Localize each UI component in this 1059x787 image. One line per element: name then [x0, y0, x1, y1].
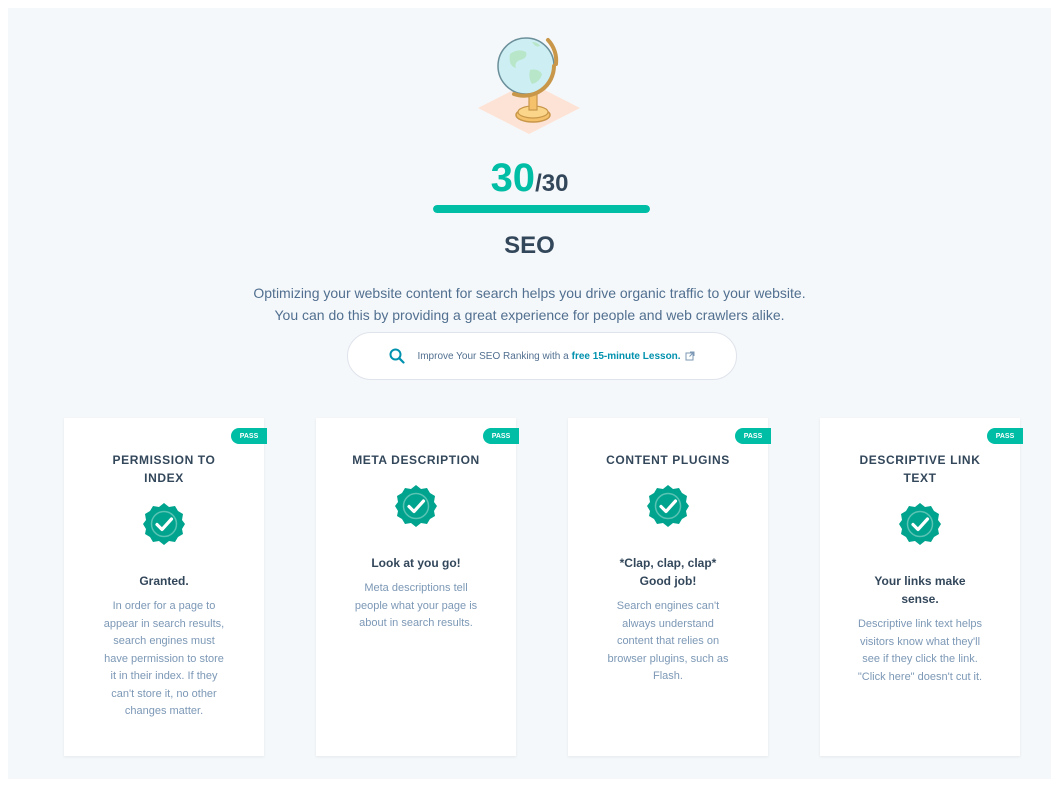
- lesson-prefix: Improve Your SEO Ranking with a: [417, 350, 569, 362]
- card-headline-line: Granted.: [139, 574, 189, 588]
- card-headline-line: Your links make: [874, 574, 966, 588]
- card-body-line: have permission to store: [104, 652, 224, 665]
- card-title-line: INDEX: [144, 471, 184, 485]
- description-line-1: Optimizing your website content for sear…: [253, 285, 806, 301]
- seo-score: 30/30: [0, 156, 1059, 201]
- card-body: In order for a page to appear in search …: [84, 598, 244, 721]
- card-headline-line: *Clap, clap, clap*: [619, 556, 717, 570]
- card-title: PERMISSION TO INDEX: [64, 451, 264, 487]
- score-value: 30: [490, 156, 536, 200]
- card-body-line: can't store it, no other: [111, 687, 217, 700]
- card-content-plugins: PASS CONTENT PLUGINS *Clap, clap, clap* …: [568, 418, 771, 756]
- card-body-line: appear in search results,: [103, 617, 225, 630]
- card-title-line: DESCRIPTIVE LINK: [859, 453, 981, 467]
- description-line-2: You can do this by providing a great exp…: [274, 307, 785, 323]
- pass-badge: PASS: [735, 428, 771, 444]
- card-body-line: Search engines can't: [616, 600, 720, 612]
- card-title-line: CONTENT PLUGINS: [606, 453, 730, 467]
- card-body-line: changes matter.: [124, 705, 204, 717]
- card-body: Meta descriptions tell people what your …: [336, 580, 496, 633]
- card-body: Search engines can't always understand c…: [588, 598, 748, 686]
- card-headline: Look at you go!: [331, 554, 501, 572]
- card-body-line: Flash.: [653, 670, 683, 682]
- checkmark-icon: [142, 502, 186, 546]
- seo-lesson-pill: Improve Your SEO Ranking with a free 15-…: [347, 332, 737, 380]
- external-link-icon[interactable]: [685, 351, 695, 361]
- card-body-line: search engines must: [113, 635, 215, 647]
- card-body-line: "Click here" doesn't cut it.: [857, 670, 983, 683]
- card-title: DESCRIPTIVE LINK TEXT: [820, 451, 1020, 487]
- search-icon: [389, 348, 406, 364]
- card-title-line: META DESCRIPTION: [352, 453, 480, 467]
- score-progress-bar: [433, 205, 650, 213]
- checkmark-icon: [394, 484, 438, 528]
- section-description: Optimizing your website content for sear…: [0, 282, 1059, 326]
- card-headline-line: Look at you go!: [371, 556, 461, 570]
- globe-illustration: [478, 37, 580, 134]
- lesson-link[interactable]: free 15-minute Lesson.: [572, 351, 681, 362]
- card-body-line: In order for a page to: [112, 600, 216, 612]
- checkmark-icon: [898, 502, 942, 546]
- card-body-line: about in search results.: [359, 617, 473, 629]
- section-title: SEO: [504, 232, 555, 259]
- card-title: META DESCRIPTION: [316, 451, 516, 469]
- card-descriptive-link-text: PASS DESCRIPTIVE LINK TEXT Your links ma…: [820, 418, 1023, 756]
- card-title-line: TEXT: [903, 471, 937, 485]
- card-body-line: content that relies on: [616, 635, 720, 647]
- pass-badge: PASS: [483, 428, 519, 444]
- card-body-line: people what your page is: [354, 599, 478, 612]
- card-meta-description: PASS META DESCRIPTION Look at you go! Me…: [316, 418, 519, 756]
- card-body-line: visitors know what they'll: [859, 635, 981, 648]
- pass-badge: PASS: [987, 428, 1023, 444]
- card-body-line: it in their index. If they: [110, 670, 218, 682]
- card-permission-to-index: PASS PERMISSION TO INDEX Granted. In ord…: [64, 418, 267, 756]
- pass-badge: PASS: [231, 428, 267, 444]
- card-headline-line: Good job!: [639, 574, 697, 588]
- score-progress-fill: [433, 205, 650, 213]
- card-body-line: always understand: [622, 617, 714, 630]
- card-headline-line: sense.: [901, 592, 939, 606]
- card-title: CONTENT PLUGINS: [568, 451, 768, 469]
- card-title-line: PERMISSION TO: [112, 453, 216, 467]
- score-total: /30: [535, 170, 569, 197]
- card-body-line: see if they click the link.: [862, 653, 978, 665]
- card-body-line: browser plugins, such as: [607, 652, 729, 665]
- card-headline: Granted.: [79, 572, 249, 590]
- card-body: Descriptive link text helps visitors kno…: [840, 616, 1000, 686]
- checkmark-icon: [646, 484, 690, 528]
- card-headline: Your links make sense.: [835, 572, 1005, 608]
- card-body-line: Descriptive link text helps: [857, 618, 983, 630]
- card-body-line: Meta descriptions tell: [364, 582, 468, 594]
- card-headline: *Clap, clap, clap* Good job!: [583, 554, 753, 590]
